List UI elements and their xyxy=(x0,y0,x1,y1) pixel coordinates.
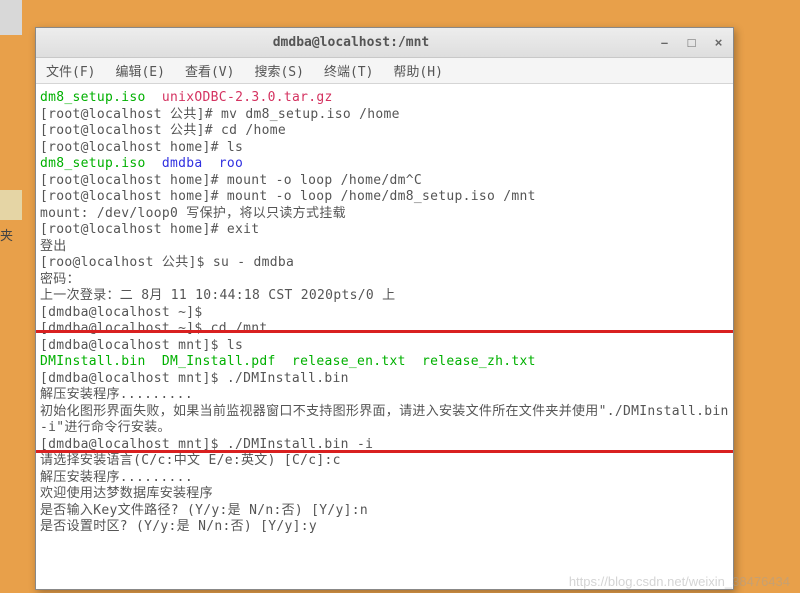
terminal-line: [roo@localhost 公共]$ su - dmdba xyxy=(40,255,729,272)
minimize-button[interactable]: – xyxy=(658,36,671,49)
terminal-line: [dmdba@localhost ~]$ cd /mnt xyxy=(40,321,729,338)
terminal-line: 解压安装程序......... xyxy=(40,470,729,487)
terminal-content[interactable]: dm8_setup.iso unixODBC-2.3.0.tar.gz [roo… xyxy=(36,84,733,589)
terminal-line: [root@localhost home]# mount -o loop /ho… xyxy=(40,173,729,190)
terminal-line: 是否输入Key文件路径? (Y/y:是 N/n:否) [Y/y]:n xyxy=(40,503,729,520)
terminal-line: mount: /dev/loop0 写保护，将以只读方式挂载 xyxy=(40,206,729,223)
menu-terminal[interactable]: 终端(T) xyxy=(320,59,377,82)
window-title: dmdba@localhost:/mnt xyxy=(44,35,658,50)
watermark-text: https://blog.csdn.net/weixin_38476434 xyxy=(569,574,790,589)
terminal-line: DMInstall.bin DM_Install.pdf release_en.… xyxy=(40,354,729,371)
terminal-line: [dmdba@localhost mnt]$ ls xyxy=(40,338,729,355)
terminal-line: dm8_setup.iso dmdba roo xyxy=(40,156,729,173)
terminal-line: 解压安装程序......... xyxy=(40,387,729,404)
terminal-line: 登出 xyxy=(40,239,729,256)
terminal-line: [root@localhost home]# ls xyxy=(40,140,729,157)
titlebar: dmdba@localhost:/mnt – □ × xyxy=(36,28,733,58)
terminal-window: dmdba@localhost:/mnt – □ × 文件(F) 编辑(E) 查… xyxy=(35,27,734,590)
menu-file[interactable]: 文件(F) xyxy=(42,59,99,82)
terminal-line: 初始化图形界面失败，如果当前监视器窗口不支持图形界面，请进入安装文件所在文件夹并… xyxy=(40,404,729,437)
menu-view[interactable]: 查看(V) xyxy=(181,59,238,82)
desktop-folder-icon xyxy=(0,190,22,220)
terminal-line: 欢迎使用达梦数据库安装程序 xyxy=(40,486,729,503)
terminal-line: [dmdba@localhost ~]$ xyxy=(40,305,729,322)
maximize-button[interactable]: □ xyxy=(685,36,698,49)
terminal-line: 请选择安装语言(C/c:中文 E/e:英文) [C/c]:c xyxy=(40,453,729,470)
terminal-line: [dmdba@localhost mnt]$ ./DMInstall.bin xyxy=(40,371,729,388)
terminal-line: [dmdba@localhost mnt]$ ./DMInstall.bin -… xyxy=(40,437,729,454)
desktop-icon xyxy=(0,0,22,35)
terminal-line: 密码： xyxy=(40,272,729,289)
window-controls: – □ × xyxy=(658,36,725,49)
terminal-line: 上一次登录：二 8月 11 10:44:18 CST 2020pts/0 上 xyxy=(40,288,729,305)
close-button[interactable]: × xyxy=(712,36,725,49)
terminal-line: dm8_setup.iso unixODBC-2.3.0.tar.gz xyxy=(40,90,729,107)
terminal-line: [root@localhost home]# exit xyxy=(40,222,729,239)
terminal-line: [root@localhost 公共]# cd /home xyxy=(40,123,729,140)
menu-search[interactable]: 搜索(S) xyxy=(250,59,307,82)
menu-edit[interactable]: 编辑(E) xyxy=(111,59,168,82)
desktop-folder-label: 夹 xyxy=(0,225,13,244)
terminal-line: [root@localhost home]# mount -o loop /ho… xyxy=(40,189,729,206)
menubar: 文件(F) 编辑(E) 查看(V) 搜索(S) 终端(T) 帮助(H) xyxy=(36,58,733,84)
menu-help[interactable]: 帮助(H) xyxy=(389,59,446,82)
terminal-line: [root@localhost 公共]# mv dm8_setup.iso /h… xyxy=(40,107,729,124)
terminal-line: 是否设置时区? (Y/y:是 N/n:否) [Y/y]:y xyxy=(40,519,729,536)
